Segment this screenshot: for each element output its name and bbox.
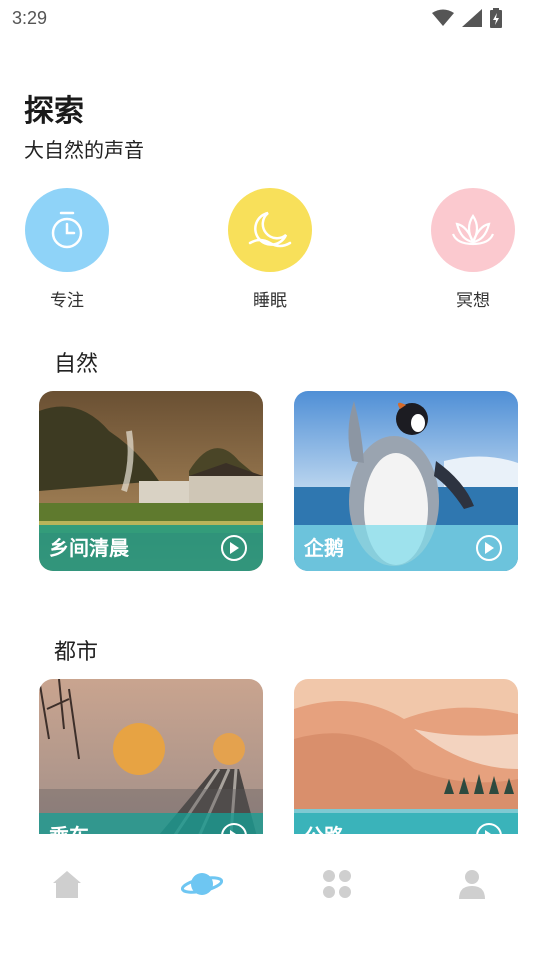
bottom-nav (0, 834, 540, 934)
timer-icon (25, 188, 109, 272)
page-title: 探索 (24, 94, 84, 129)
signal-icon (462, 9, 482, 31)
sound-card-penguin[interactable]: 企鹅 (294, 391, 518, 571)
nav-explore[interactable] (180, 866, 224, 906)
play-icon[interactable] (221, 535, 247, 561)
home-icon (51, 868, 83, 904)
card-title: 乡间清晨 (49, 536, 129, 560)
mountain-road-image (294, 679, 518, 834)
grid-icon (321, 868, 353, 904)
category-label: 专注 (50, 291, 84, 311)
sound-card-train[interactable]: 乘车 (39, 679, 263, 834)
category-label: 冥想 (456, 291, 490, 311)
wifi-icon (432, 9, 454, 31)
nav-categories[interactable] (317, 866, 357, 906)
card-title: 乘车 (49, 820, 89, 834)
page-subtitle: 大自然的声音 (24, 138, 144, 162)
card-title: 企鹅 (304, 536, 344, 560)
sound-card-road[interactable]: 公路 (294, 679, 518, 834)
lotus-icon (431, 188, 515, 272)
status-time: 3:29 (12, 8, 48, 28)
profile-icon (456, 868, 488, 904)
category-focus[interactable]: 专注 (17, 188, 117, 311)
play-icon[interactable] (476, 535, 502, 561)
scroll-viewport[interactable]: 乘车 公路 (0, 670, 540, 834)
nav-home[interactable] (47, 866, 87, 906)
status-bar: 3:29 (0, 0, 540, 38)
category-meditation[interactable]: 冥想 (423, 188, 523, 311)
moon-icon (228, 188, 312, 272)
section-title-nature: 自然 (54, 352, 99, 377)
card-title: 公路 (304, 820, 344, 834)
nav-profile[interactable] (452, 866, 492, 906)
sound-card-countryside[interactable]: 乡间清晨 (39, 391, 263, 571)
category-sleep[interactable]: 睡眠 (220, 188, 320, 311)
railway-image (39, 679, 263, 834)
planet-icon (180, 868, 224, 904)
section-title-city: 都市 (54, 640, 99, 665)
battery-icon (490, 8, 502, 32)
category-label: 睡眠 (253, 291, 287, 311)
